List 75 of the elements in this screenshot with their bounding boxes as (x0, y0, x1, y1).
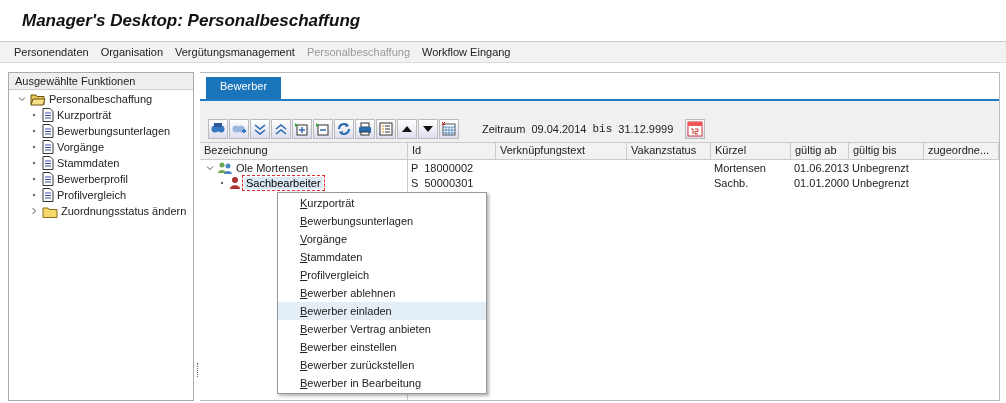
document-icon (42, 156, 54, 170)
bullet-icon (30, 159, 38, 167)
table-cell: 01.01.2000 (794, 176, 850, 189)
refresh-icon[interactable] (334, 119, 354, 139)
people-icon (217, 160, 233, 175)
table-cell: S 50000301 (411, 176, 474, 189)
column-header[interactable]: Vakanzstatus (627, 143, 711, 160)
context-menu-item[interactable]: Vorgänge (278, 230, 486, 248)
tree-item[interactable]: Bewerberprofil (57, 173, 128, 185)
tree-item[interactable]: Zuordnungsstatus ändern (61, 205, 187, 217)
menu-item[interactable]: Personendaten (8, 46, 95, 58)
window-title: Manager's Desktop: Personalbeschaffung (22, 11, 362, 31)
tree-item[interactable]: Stammdaten (57, 157, 120, 169)
tree-item[interactable]: Bewerbungsunterlagen (57, 125, 171, 137)
tab[interactable]: Bewerber (206, 77, 282, 99)
table-cell: Sachb. (714, 176, 749, 189)
collapse-caret-icon[interactable] (18, 95, 26, 103)
column-header[interactable]: zugeordne... (924, 143, 999, 160)
panel-title: Ausgewählte Funktionen (9, 73, 193, 90)
open-folder-icon (30, 92, 46, 106)
bullet-icon (30, 111, 38, 119)
date-to: 31.12.9999 (618, 123, 674, 135)
context-menu-item[interactable]: Bewerber in Bearbeitung (278, 374, 486, 392)
table-cell: Unbegrenzt (852, 161, 909, 174)
table-cell: Mortensen (714, 161, 766, 174)
collapse-all-icon[interactable] (271, 119, 291, 139)
column-header[interactable]: gültig ab (791, 143, 849, 160)
expand-all-icon[interactable] (250, 119, 270, 139)
menu-item[interactable]: Organisation (94, 46, 169, 58)
tree-node[interactable]: Sachbearbeiter (244, 176, 323, 189)
folder-icon (42, 204, 58, 218)
document-icon (42, 124, 54, 138)
document-icon (42, 108, 54, 122)
context-menu-item[interactable]: Bewerbungsunterlagen (278, 212, 486, 230)
tree-item[interactable]: Personalbeschaffung (49, 93, 153, 105)
collapse-node-icon[interactable] (313, 119, 333, 139)
context-menu-item[interactable]: Bewerber ablehnen (278, 284, 486, 302)
context-menu-item[interactable]: Bewerber einladen (278, 302, 486, 320)
period-separator: bis (592, 123, 613, 135)
period-label: Zeitraum (482, 123, 526, 135)
document-icon (42, 188, 54, 202)
table-cell: Unbegrenzt (852, 176, 909, 189)
tree-node[interactable]: Ole Mortensen (236, 161, 309, 174)
context-menu-item[interactable]: Profilvergleich (278, 266, 486, 284)
bullet-icon (30, 191, 38, 199)
menu-item[interactable]: Workflow Eingang (416, 46, 517, 58)
tree-item[interactable]: Vorgänge (57, 141, 105, 153)
table-cell: P 18000002 (411, 161, 474, 174)
expand-caret-icon[interactable] (30, 207, 38, 215)
context-menu-item[interactable]: Bewerber einstellen (278, 338, 486, 356)
column-header[interactable]: Kürzel (711, 143, 791, 160)
expand-node-icon[interactable] (292, 119, 312, 139)
print-icon[interactable] (355, 119, 375, 139)
menu-item[interactable]: Vergütungsmanagement (169, 46, 301, 58)
tree-item[interactable]: Kurzporträt (57, 109, 112, 121)
context-menu-item[interactable]: Bewerber Vertrag anbieten (278, 320, 486, 338)
bullet-icon (30, 175, 38, 183)
tree-item[interactable]: Profilvergleich (57, 189, 127, 201)
column-header[interactable]: gültig bis (849, 143, 924, 160)
column-header[interactable]: Id (408, 143, 496, 160)
collapse-caret-icon[interactable] (206, 163, 214, 172)
document-icon (42, 140, 54, 154)
column-header[interactable]: Verknüpfungstext (496, 143, 627, 160)
document-icon (42, 172, 54, 186)
person-icon (229, 175, 241, 190)
bullet-icon (30, 143, 38, 151)
calendar-icon[interactable] (685, 119, 706, 139)
table-cell: 01.06.2013 (794, 161, 850, 174)
context-menu-item[interactable]: Kurzporträt (278, 194, 486, 212)
bullet-icon (30, 127, 38, 135)
context-menu-item[interactable]: Bewerber zurückstellen (278, 356, 486, 374)
grid-settings-icon[interactable] (439, 119, 459, 139)
column-header[interactable]: Bezeichnung (200, 143, 408, 160)
date-from: 09.04.2014 (531, 123, 587, 135)
context-menu-item[interactable]: Stammdaten (278, 248, 486, 266)
